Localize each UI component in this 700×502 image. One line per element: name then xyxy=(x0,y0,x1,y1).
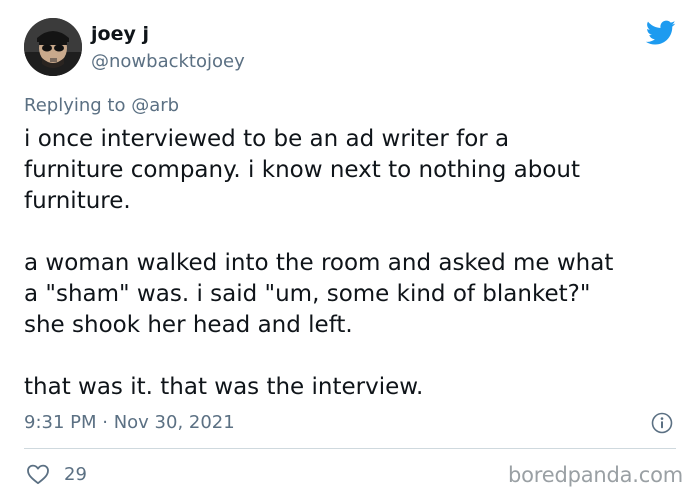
tweet-paragraph: a woman walked into the room and asked m… xyxy=(24,248,684,341)
user-handle[interactable]: @nowbacktojoey xyxy=(91,50,245,74)
tweet-line: a "sham" was. i said "um, some kind of b… xyxy=(24,281,591,307)
like-count: 29 xyxy=(64,464,87,485)
reply-mention-link[interactable]: @arb xyxy=(131,95,179,116)
heart-icon[interactable] xyxy=(26,463,50,485)
reply-context: Replying to @arb xyxy=(24,94,179,118)
watermark: boredpanda.com xyxy=(508,463,684,487)
avatar-image xyxy=(24,18,82,76)
twitter-bird-icon[interactable] xyxy=(646,20,676,46)
tweet-paragraph: that was it. that was the interview. xyxy=(24,372,684,403)
tweet-line: she shook her head and left. xyxy=(24,312,353,338)
tweet-timestamp[interactable]: 9:31 PM · Nov 30, 2021 xyxy=(24,411,235,435)
info-icon[interactable] xyxy=(651,412,673,434)
tweet-line: i once interviewed to be an ad writer fo… xyxy=(24,126,510,152)
divider xyxy=(24,448,676,449)
tweet-paragraph: i once interviewed to be an ad writer fo… xyxy=(24,124,684,217)
tweet-line: that was it. that was the interview. xyxy=(24,374,424,400)
tweet-card: joey j @nowbacktojoey Replying to @arb i… xyxy=(0,0,700,502)
tweet-line: furniture company. i know next to nothin… xyxy=(24,157,580,183)
reply-prefix: Replying to xyxy=(24,95,126,116)
tweet-text: i once interviewed to be an ad writer fo… xyxy=(24,124,684,403)
tweet-line: a woman walked into the room and asked m… xyxy=(24,250,614,276)
display-name[interactable]: joey j xyxy=(91,22,149,46)
tweet-line: furniture. xyxy=(24,188,131,214)
avatar[interactable] xyxy=(24,18,82,76)
